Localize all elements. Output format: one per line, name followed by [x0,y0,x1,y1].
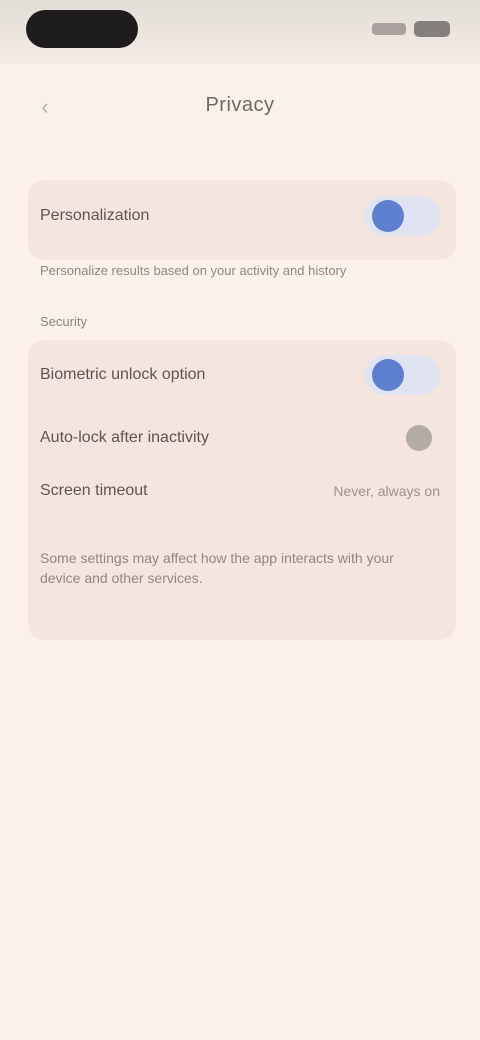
auto-lock-label: Auto-lock after inactivity [40,429,209,446]
personalization-row[interactable]: Personalization [40,196,440,236]
status-bar [0,0,480,64]
biometric-row[interactable]: Biometric unlock option [40,355,440,395]
personalization-label: Personalization [40,207,150,224]
page-title: Privacy [205,93,275,116]
auto-lock-toggle[interactable] [364,418,440,458]
signal-icon [372,23,406,35]
screen-timeout-row[interactable]: Screen timeout Never, always on [40,482,440,500]
personalization-toggle[interactable] [364,196,440,236]
status-icons [372,20,450,38]
auto-lock-row[interactable]: Auto-lock after inactivity [40,418,440,458]
biometric-toggle[interactable] [364,355,440,395]
footer-note: Some settings may affect how the app int… [40,550,394,586]
biometric-label: Biometric unlock option [40,366,206,383]
top-app-bar: ‹ Privacy [0,70,480,140]
personalization-description: Personalize results based on your activi… [40,263,347,278]
battery-icon [414,21,450,37]
camera-cutout [26,10,138,48]
back-button[interactable]: ‹ [30,92,60,122]
chevron-left-icon: ‹ [41,94,49,119]
section-label: Security [40,314,87,329]
screen-timeout-label: Screen timeout [40,482,148,499]
screen-timeout-value: Never, always on [333,483,440,499]
